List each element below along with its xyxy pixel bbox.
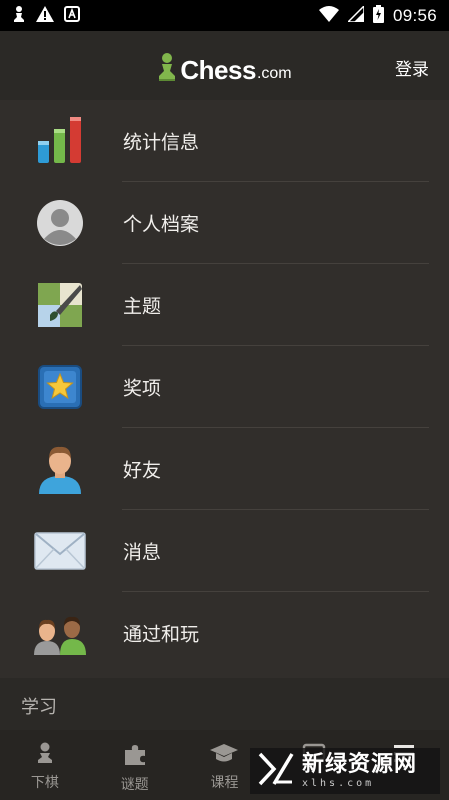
watermark: 新绿资源网 xlhs.com [250, 748, 440, 794]
nav-puzzles[interactable]: 谜题 [90, 730, 180, 800]
menu-item-awards[interactable]: 奖项 [0, 346, 449, 428]
award-star-icon [34, 361, 86, 413]
friend-icon [34, 443, 86, 495]
menu-label-theme: 主题 [123, 295, 162, 318]
profile-avatar-icon [34, 197, 86, 249]
theme-brush-icon [34, 279, 86, 331]
wifi-icon [318, 5, 339, 26]
nav-label-play: 下棋 [30, 775, 59, 791]
logo-text: Chess [180, 54, 256, 85]
menu-item-theme[interactable]: 主题 [0, 264, 449, 346]
section-learn: 学习 [0, 678, 449, 730]
login-button[interactable]: 登录 [395, 55, 429, 80]
more-menu: 统计信息 个人档案 主题 奖项 好友 消息 通过和玩 [0, 100, 449, 678]
chess-pawn-icon [12, 5, 26, 27]
message-envelope-icon [34, 525, 86, 577]
menu-item-friends[interactable]: 好友 [0, 428, 449, 510]
menu-label-friends: 好友 [123, 459, 162, 482]
menu-label-stats: 统计信息 [123, 131, 200, 154]
watermark-subtext: xlhs.com [302, 777, 375, 789]
warning-icon [36, 5, 54, 26]
menu-label-pass-and-play: 通过和玩 [123, 623, 200, 646]
menu-label-profile: 个人档案 [123, 213, 200, 236]
stats-bars-icon [34, 115, 86, 167]
menu-label-awards: 奖项 [123, 377, 162, 400]
nav-label-lessons: 课程 [210, 775, 239, 791]
logo-suffix: .com [256, 64, 292, 82]
watermark-text: 新绿资源网 [302, 751, 418, 777]
pass-and-play-icon [34, 607, 86, 659]
logo-pawn-icon [157, 52, 177, 86]
chess-com-logo[interactable]: Chess .com [157, 52, 292, 86]
puzzle-icon [123, 742, 147, 770]
status-bar: 09:56 [0, 0, 449, 31]
signal-icon [346, 3, 365, 26]
watermark-logo-icon [258, 752, 294, 790]
menu-item-profile[interactable]: 个人档案 [0, 182, 449, 264]
nav-label-puzzles: 谜题 [120, 777, 149, 793]
nav-play[interactable]: 下棋 [0, 730, 90, 800]
app-header: Chess .com 登录 [0, 31, 449, 100]
clock: 09:56 [392, 5, 437, 25]
menu-item-pass-and-play[interactable]: 通过和玩 [0, 592, 449, 674]
graduation-cap-icon [209, 742, 239, 768]
pawn-icon [35, 742, 55, 768]
menu-item-messages[interactable]: 消息 [0, 510, 449, 592]
menu-label-messages: 消息 [123, 541, 162, 564]
section-title: 学习 [21, 697, 57, 718]
menu-item-stats[interactable]: 统计信息 [0, 100, 449, 182]
a-box-icon [64, 5, 80, 26]
battery-charging-icon [372, 4, 384, 27]
